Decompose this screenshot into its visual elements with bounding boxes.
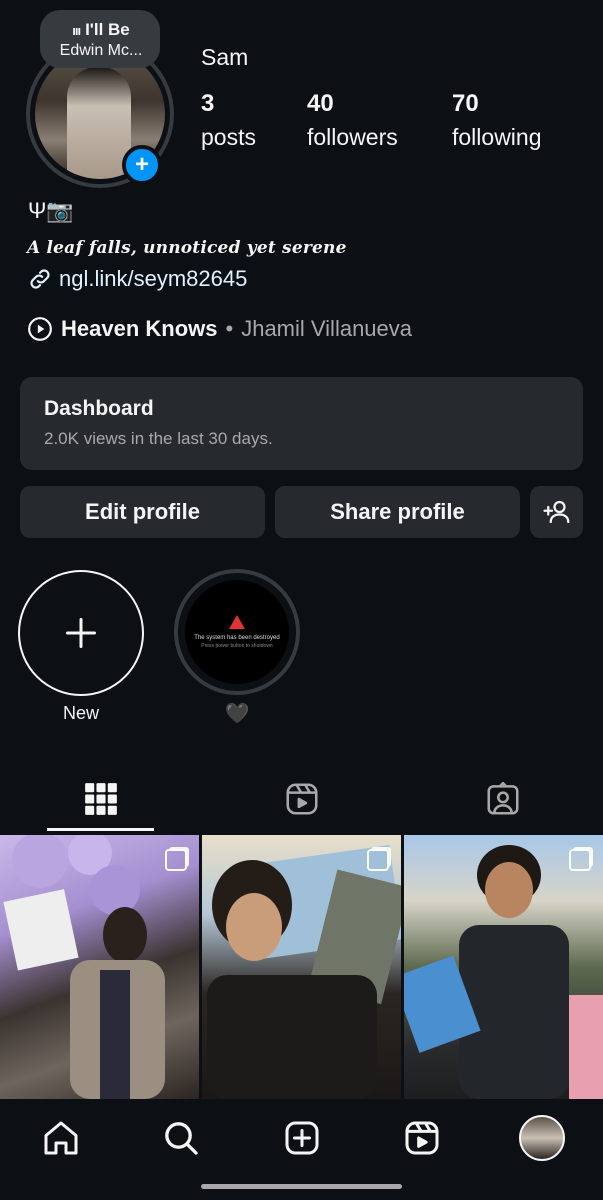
grid-icon — [84, 783, 117, 815]
nav-home[interactable] — [37, 1114, 85, 1162]
dashboard-card[interactable]: Dashboard 2.0K views in the last 30 days… — [20, 377, 583, 470]
reels-icon — [405, 1121, 439, 1155]
new-highlight-button[interactable] — [18, 570, 144, 696]
following-label: following — [452, 124, 542, 150]
music-song: Heaven Knows — [61, 316, 218, 341]
posts-stat[interactable]: 3 posts — [201, 90, 256, 151]
plus-icon — [66, 618, 96, 648]
carousel-icon — [367, 849, 389, 871]
following-count: 70 — [452, 90, 479, 117]
posts-grid — [0, 835, 603, 1099]
highlight-cover: The system has been destroyed Press powe… — [185, 580, 289, 684]
carousel-icon — [569, 849, 591, 871]
home-icon — [44, 1121, 78, 1155]
nav-reels[interactable] — [398, 1114, 446, 1162]
edit-profile-button[interactable]: Edit profile — [20, 486, 265, 538]
bio-emoji-line: Ψ📷 — [28, 198, 74, 223]
post-image — [207, 845, 401, 1099]
tab-reels[interactable] — [248, 765, 355, 833]
play-circle-icon — [28, 317, 52, 341]
nav-search[interactable] — [157, 1114, 205, 1162]
post-image — [404, 845, 603, 1099]
profile-music[interactable]: Heaven Knows • Jhamil Villanueva — [27, 316, 412, 342]
posts-count: 3 — [201, 90, 215, 117]
music-separator: • — [225, 316, 234, 341]
tab-posts[interactable] — [47, 765, 154, 833]
music-bars-icon: ııı — [72, 23, 81, 38]
highlight-label: 🖤 — [224, 703, 250, 725]
post-tile[interactable] — [202, 835, 401, 1099]
highlight-cover-line1: The system has been destroyed — [194, 635, 280, 641]
note-artist: Edwin Mc... — [59, 42, 143, 59]
add-story-button[interactable]: + — [122, 145, 162, 185]
search-icon — [165, 1122, 198, 1155]
new-highlight-label: New — [62, 703, 99, 723]
add-person-icon — [542, 500, 569, 524]
followers-stat[interactable]: 40 followers — [307, 90, 398, 151]
note-title: I'll Be — [85, 20, 130, 39]
carousel-icon — [165, 849, 187, 871]
username: Sam — [201, 44, 249, 70]
tagged-icon — [486, 781, 519, 815]
nav-create[interactable] — [278, 1114, 326, 1162]
note-bubble[interactable]: ııı I'll Be Edwin Mc... — [40, 10, 160, 68]
link-icon — [30, 269, 50, 289]
post-tile[interactable] — [404, 835, 603, 1099]
dashboard-title: Dashboard — [44, 397, 154, 420]
post-image — [3, 835, 165, 1099]
highlight-story[interactable]: The system has been destroyed Press powe… — [174, 569, 300, 695]
dashboard-subtitle: 2.0K views in the last 30 days. — [44, 429, 273, 448]
discover-people-button[interactable] — [530, 486, 583, 538]
followers-count: 40 — [307, 90, 334, 117]
reels-icon — [285, 783, 318, 815]
following-stat[interactable]: 70 following — [452, 90, 542, 151]
tab-tagged[interactable] — [449, 765, 556, 833]
bio-link-text: ngl.link/seym82645 — [59, 266, 248, 291]
active-tab-indicator — [47, 828, 154, 831]
bio-text: A leaf falls, unnoticed yet serene — [27, 238, 347, 258]
warning-icon — [229, 615, 245, 629]
profile-tabs — [0, 765, 603, 833]
nav-profile[interactable] — [518, 1114, 566, 1162]
bio-link[interactable]: ngl.link/seym82645 — [27, 266, 247, 292]
home-indicator — [201, 1184, 402, 1189]
share-profile-button[interactable]: Share profile — [275, 486, 520, 538]
profile-avatar-small — [519, 1115, 565, 1161]
music-artist: Jhamil Villanueva — [241, 316, 413, 341]
posts-label: posts — [201, 124, 256, 150]
followers-label: followers — [307, 124, 398, 150]
highlight-cover-line2: Press power button to shutdown — [201, 643, 273, 649]
post-tile[interactable] — [0, 835, 199, 1099]
create-icon — [285, 1121, 319, 1155]
